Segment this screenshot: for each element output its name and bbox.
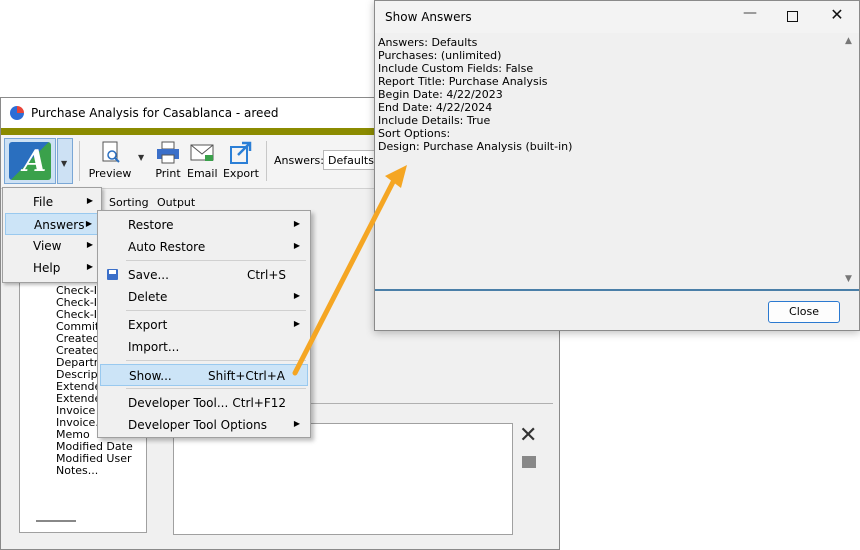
app-logo-letter: A <box>23 144 47 179</box>
close-button[interactable]: Close <box>768 301 840 323</box>
chevron-down-icon: ▼ <box>61 159 68 168</box>
menu-item-file[interactable]: File ▶ <box>5 191 99 213</box>
print-button[interactable]: Print <box>151 141 185 185</box>
envelope-icon <box>189 141 215 165</box>
show-answers-title: Show Answers <box>385 10 472 24</box>
menu-item-developer-tool-options[interactable]: Developer Tool Options ▶ <box>100 414 308 436</box>
menu-item-label: File <box>33 195 54 209</box>
print-label: Print <box>155 167 181 180</box>
app-menu: File ▶ Answers ▶ View ▶ Help ▶ <box>2 187 102 283</box>
field-list-item[interactable]: Notes... <box>56 464 98 477</box>
app-logo-icon: A <box>9 142 51 180</box>
toolbar-separator <box>266 141 267 181</box>
answers-submenu: Restore ▶ Auto Restore ▶ Save... Ctrl+S … <box>97 210 311 438</box>
chevron-right-icon: ▶ <box>293 319 300 328</box>
menu-item-label: Restore <box>128 218 174 232</box>
answers-text-area[interactable]: Answers: Defaults Purchases: (unlimited) I… <box>377 34 843 287</box>
tab-sorting[interactable]: Sorting <box>109 196 149 209</box>
menu-item-save[interactable]: Save... Ctrl+S <box>100 264 308 286</box>
tab-output[interactable]: Output <box>157 196 195 209</box>
answer-line: Design: Purchase Analysis (built-in) <box>378 140 573 153</box>
preview-label: Preview <box>88 167 132 180</box>
menu-item-label: Developer Tool... <box>128 396 229 410</box>
menu-item-auto-restore[interactable]: Auto Restore ▶ <box>100 236 308 258</box>
menu-item-label: Help <box>33 261 61 275</box>
menu-item-import[interactable]: Import... <box>100 336 308 358</box>
move-icon[interactable] <box>522 456 536 468</box>
maximize-box <box>787 11 798 22</box>
answer-line: End Date: 4/22/2024 <box>378 101 493 114</box>
footer-divider <box>375 289 859 291</box>
chevron-right-icon: ▶ <box>86 196 93 205</box>
menu-item-label: Import... <box>128 340 180 354</box>
app-pie-icon <box>10 106 24 120</box>
export-button[interactable]: Export <box>221 141 261 185</box>
chevron-right-icon: ▶ <box>293 219 300 228</box>
preview-dropdown-icon[interactable]: ▼ <box>138 153 144 162</box>
answer-line: Include Details: True <box>378 114 491 127</box>
menu-item-export[interactable]: Export ▶ <box>100 314 308 336</box>
menu-item-label: Export <box>128 318 168 332</box>
menu-item-answers[interactable]: Answers ▶ <box>5 213 99 235</box>
answer-line: Purchases: (unlimited) <box>378 49 502 62</box>
answer-line: Sort Options: <box>378 127 451 140</box>
answer-line: Answers: Defaults <box>378 36 478 49</box>
answer-line: Include Custom Fields: False <box>378 62 534 75</box>
menu-item-label: Save... <box>128 268 169 282</box>
menu-separator <box>126 310 306 311</box>
save-icon <box>107 269 118 280</box>
email-label: Email <box>187 167 218 180</box>
menu-item-help[interactable]: Help ▶ <box>5 257 99 279</box>
vertical-scrollbar[interactable]: ▲ ▼ <box>843 34 857 287</box>
chevron-right-icon: ▶ <box>293 419 300 428</box>
close-icon[interactable]: ✕ <box>825 5 849 27</box>
preview-icon <box>97 141 123 165</box>
chevron-right-icon: ▶ <box>86 262 93 271</box>
menu-item-shortcut: Shift+Ctrl+A <box>208 369 285 383</box>
app-menu-dropdown[interactable]: ▼ <box>57 138 73 184</box>
scroll-down-icon[interactable]: ▼ <box>845 274 852 284</box>
chevron-right-icon: ▶ <box>85 219 92 228</box>
main-window-title: Purchase Analysis for Casablanca - areed <box>31 106 279 120</box>
menu-item-shortcut: Ctrl+F12 <box>232 396 286 410</box>
selected-fields-panel[interactable] <box>173 423 513 535</box>
remove-icon[interactable]: ✕ <box>519 423 537 448</box>
email-button[interactable]: Email <box>187 141 218 185</box>
menu-item-label: Delete <box>128 290 168 304</box>
menu-separator <box>126 388 306 389</box>
show-answers-window: Show Answers — ✕ Answers: Defaults Purcha… <box>374 0 860 331</box>
menu-item-label: View <box>33 239 62 253</box>
menu-separator <box>126 360 306 361</box>
menu-item-label: Developer Tool Options <box>128 418 267 432</box>
answer-line: Begin Date: 4/22/2023 <box>378 88 503 101</box>
menu-separator <box>126 260 306 261</box>
export-icon <box>228 141 254 165</box>
chevron-right-icon: ▶ <box>86 240 93 249</box>
horizontal-scrollbar[interactable] <box>36 520 76 522</box>
menu-item-label: Auto Restore <box>128 240 206 254</box>
chevron-right-icon: ▶ <box>293 241 300 250</box>
menu-item-label: Show... <box>129 369 172 383</box>
menu-item-label: Answers <box>34 218 85 232</box>
scroll-up-icon[interactable]: ▲ <box>845 36 852 46</box>
maximize-icon[interactable] <box>781 6 805 28</box>
toolbar-separator <box>79 141 80 181</box>
answers-select[interactable]: Defaults <box>323 150 377 170</box>
chevron-right-icon: ▶ <box>293 291 300 300</box>
show-answers-titlebar[interactable]: Show Answers — ✕ <box>375 1 859 33</box>
preview-button[interactable]: Preview <box>86 141 134 185</box>
menu-item-shortcut: Ctrl+S <box>246 268 286 282</box>
save-icon-label <box>109 270 116 274</box>
menu-item-developer-tool[interactable]: Developer Tool... Ctrl+F12 <box>100 392 308 414</box>
minimize-icon[interactable]: — <box>738 5 762 27</box>
menu-item-show[interactable]: Show... Shift+Ctrl+A <box>100 364 308 386</box>
export-label: Export <box>222 167 259 180</box>
answers-label: Answers: <box>274 154 324 167</box>
menu-item-restore[interactable]: Restore ▶ <box>100 214 308 236</box>
printer-icon <box>155 141 181 165</box>
menu-item-view[interactable]: View ▶ <box>5 235 99 257</box>
answer-line: Report Title: Purchase Analysis <box>378 75 548 88</box>
app-menu-button[interactable]: A <box>4 138 56 184</box>
menu-item-delete[interactable]: Delete ▶ <box>100 286 308 308</box>
